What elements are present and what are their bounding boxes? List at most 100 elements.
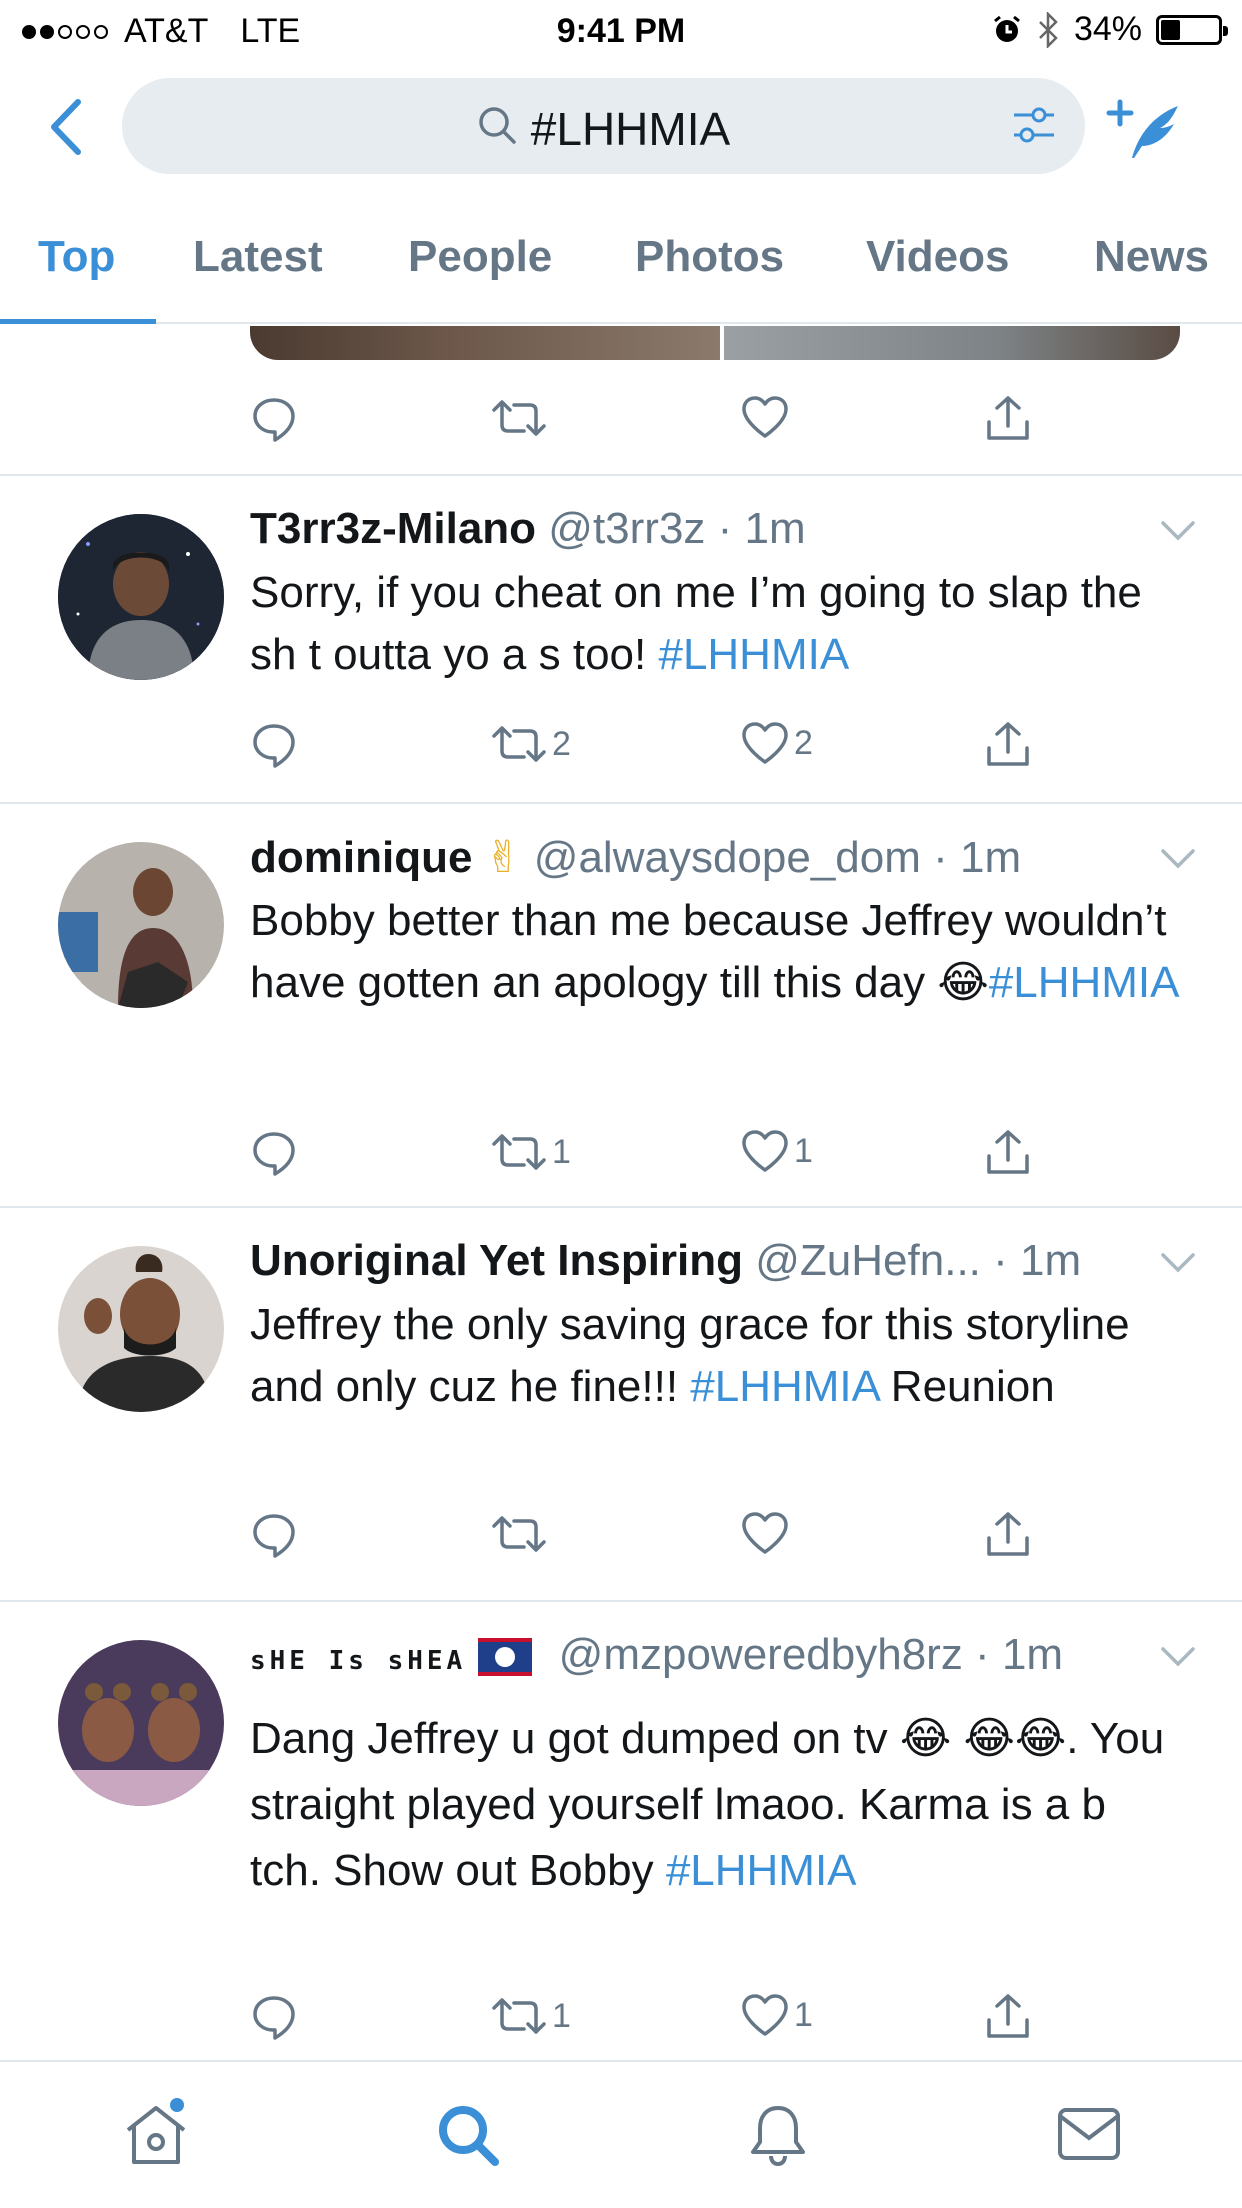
tweet[interactable]: T3rr3z-Milano @t3rr3z · 1m Sorry, if you… xyxy=(0,476,1242,804)
tweet[interactable]: dominique ✌ @alwaysdope_dom · 1m Bobby b… xyxy=(0,804,1242,1208)
share-button[interactable] xyxy=(985,394,1031,444)
share-icon xyxy=(987,396,1029,440)
new-content-dot xyxy=(168,2096,186,2114)
like-count: 1 xyxy=(794,1995,813,2034)
user-handle[interactable]: @t3rr3z xyxy=(548,504,705,553)
display-name[interactable]: T3rr3z-Milano xyxy=(250,504,536,553)
hashtag-link[interactable]: #LHHMIA xyxy=(690,1362,878,1411)
like-button[interactable] xyxy=(740,1510,794,1556)
tab-videos[interactable]: Videos xyxy=(866,232,1009,282)
display-name[interactable]: Unoriginal Yet Inspiring xyxy=(250,1236,743,1285)
search-input[interactable]: #LHHMIA xyxy=(122,78,1085,174)
search-tabs: Top Latest People Photos Videos News xyxy=(0,220,1242,324)
retweet-button[interactable]: 1 xyxy=(490,1992,571,2040)
user-handle[interactable]: @alwaysdope_dom xyxy=(534,833,921,882)
tweet-time: 1m xyxy=(1001,1630,1064,1679)
retweet-count: 1 xyxy=(552,1132,571,1171)
like-button[interactable]: 1 xyxy=(740,1992,813,2038)
tweet-menu-button[interactable] xyxy=(1160,520,1196,547)
user-handle[interactable]: @ZuHefn... xyxy=(755,1236,981,1285)
display-name[interactable]: sHE Is sHEA xyxy=(250,1646,466,1676)
tab-news[interactable]: News xyxy=(1094,232,1209,282)
share-button[interactable] xyxy=(985,1510,1031,1560)
nav-home[interactable] xyxy=(122,2096,190,2173)
reply-button[interactable] xyxy=(250,720,298,768)
hashtag-link[interactable]: #LHHMIA xyxy=(989,958,1180,1007)
retweet-button[interactable] xyxy=(490,394,552,442)
reply-button[interactable] xyxy=(250,1992,298,2040)
compose-button[interactable] xyxy=(1106,98,1184,169)
tweet-actions: 1 1 xyxy=(0,1128,1242,1188)
like-button[interactable]: 2 xyxy=(740,720,813,766)
search-icon xyxy=(477,102,517,156)
nav-notifications[interactable] xyxy=(745,2102,811,2173)
tweet[interactable]: sHE Is sHEA @mzpoweredbyh8rz · 1m Dang J… xyxy=(0,1602,1242,2060)
user-handle[interactable]: @mzpoweredbyh8rz xyxy=(559,1630,963,1679)
search-query: #LHHMIA xyxy=(530,103,731,155)
tab-top[interactable]: Top xyxy=(38,232,115,282)
chevron-down-icon xyxy=(1161,1253,1195,1273)
hashtag-link[interactable]: #LHHMIA xyxy=(658,630,849,679)
tweet-menu-button[interactable] xyxy=(1160,848,1196,875)
search-icon xyxy=(439,2106,499,2166)
reply-icon xyxy=(253,1996,295,2040)
display-name[interactable]: dominique xyxy=(250,833,472,882)
tweet-text: Jeffrey the only saving grace for this s… xyxy=(250,1294,1182,1418)
retweet-button[interactable] xyxy=(490,1510,552,1558)
reply-icon xyxy=(253,1132,295,1176)
flag-icon xyxy=(478,1638,533,1677)
avatar[interactable] xyxy=(58,1246,224,1412)
name-emoji: ✌ xyxy=(484,833,522,882)
heart-icon xyxy=(742,1512,788,1554)
share-button[interactable] xyxy=(985,1992,1031,2042)
reply-button[interactable] xyxy=(250,394,298,442)
retweet-count: 2 xyxy=(552,724,571,763)
status-right: 34% xyxy=(992,10,1228,49)
share-icon xyxy=(987,1512,1029,1556)
tweet-text-tail: Reunion xyxy=(878,1362,1055,1411)
share-icon xyxy=(987,1994,1029,2038)
tweet-time: 1m xyxy=(1020,1236,1082,1285)
tweet-actions xyxy=(0,1510,1242,1570)
nav-explore[interactable] xyxy=(435,2102,501,2173)
reply-icon xyxy=(253,1514,295,1558)
retweet-button[interactable]: 1 xyxy=(490,1128,571,1176)
tweet-text: Sorry, if you cheat on me I’m going to s… xyxy=(250,562,1182,686)
tweet-header: Unoriginal Yet Inspiring @ZuHefn... · 1m xyxy=(250,1236,1082,1285)
bluetooth-icon xyxy=(1039,11,1058,48)
reply-button[interactable] xyxy=(250,1128,298,1176)
like-button[interactable]: 1 xyxy=(740,1128,813,1174)
tweet[interactable]: Unoriginal Yet Inspiring @ZuHefn... · 1m… xyxy=(0,1208,1242,1602)
hashtag-link[interactable]: #LHHMIA xyxy=(666,1846,857,1895)
nav-messages[interactable] xyxy=(1056,2106,1122,2167)
status-bar: AT&T LTE 9:41 PM 34% xyxy=(0,0,1242,62)
filter-button[interactable] xyxy=(1011,102,1057,153)
share-button[interactable] xyxy=(985,1128,1031,1178)
tweet-header: sHE Is sHEA @mzpoweredbyh8rz · 1m xyxy=(250,1630,1064,1679)
avatar[interactable] xyxy=(58,842,224,1008)
avatar[interactable] xyxy=(58,1640,224,1806)
retweet-button[interactable]: 2 xyxy=(490,720,571,768)
tab-latest[interactable]: Latest xyxy=(193,232,323,282)
tweet-actions xyxy=(0,394,1242,454)
share-button[interactable] xyxy=(985,720,1031,770)
back-button[interactable] xyxy=(46,98,96,158)
like-button[interactable] xyxy=(740,394,794,440)
battery-percent: 34% xyxy=(1073,10,1142,48)
tweet-menu-button[interactable] xyxy=(1160,1646,1196,1673)
retweet-icon xyxy=(492,1516,546,1552)
retweet-count: 1 xyxy=(552,1996,571,2035)
chevron-left-icon xyxy=(51,99,81,155)
reply-button[interactable] xyxy=(250,1510,298,1558)
tab-people[interactable]: People xyxy=(408,232,552,282)
tweet-partial[interactable] xyxy=(0,326,1242,476)
alarm-icon xyxy=(994,15,1020,42)
tweet-menu-button[interactable] xyxy=(1160,1252,1196,1279)
avatar[interactable] xyxy=(58,514,224,680)
tweet-time: 1m xyxy=(960,833,1022,882)
tweet-time: 1m xyxy=(744,504,806,553)
tab-photos[interactable]: Photos xyxy=(635,232,784,282)
tweet-text: Dang Jeffrey u got dumped on tv 😂 😂😂. Yo… xyxy=(250,1706,1182,1904)
chevron-down-icon xyxy=(1161,1647,1195,1667)
reply-icon xyxy=(253,398,295,442)
